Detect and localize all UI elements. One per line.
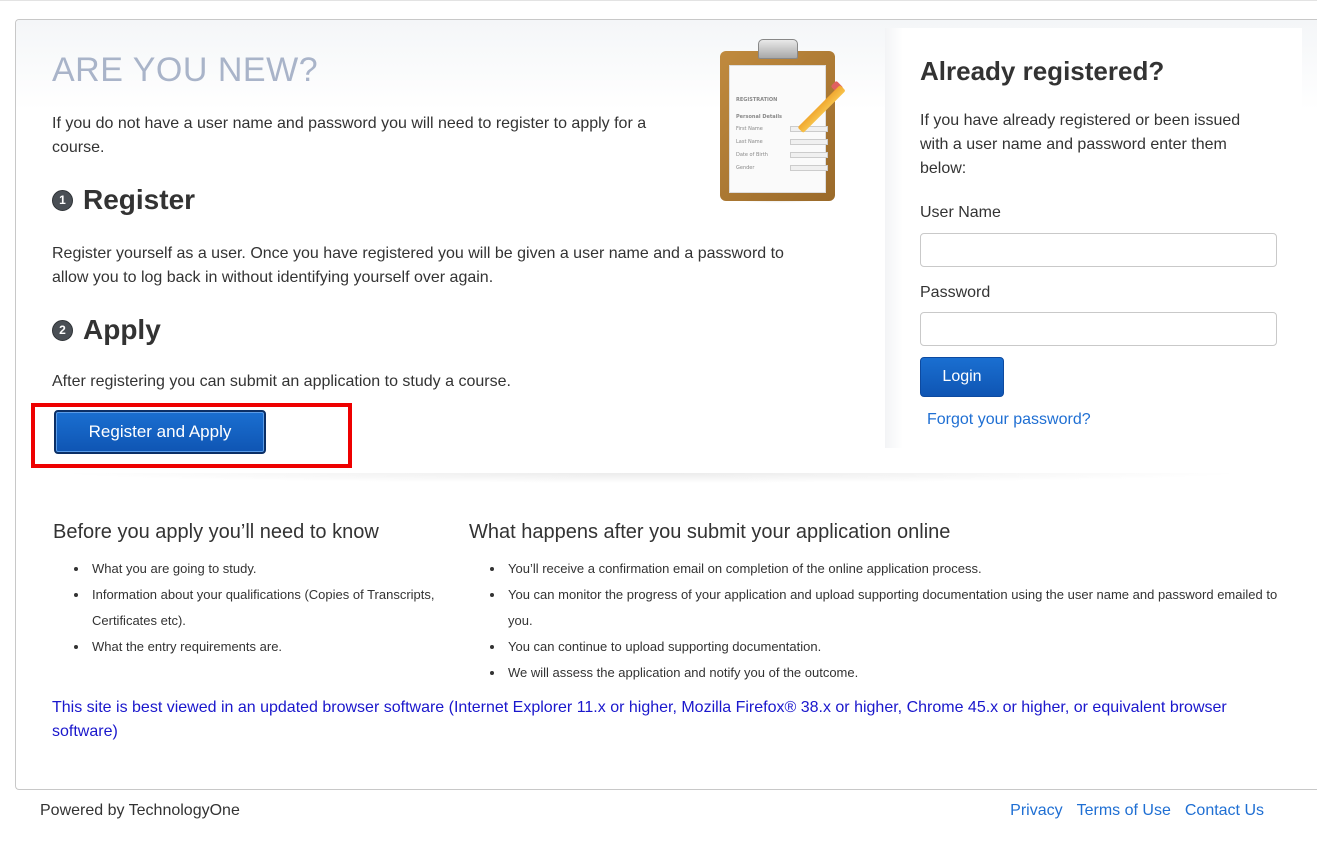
clipboard-field-line: [790, 139, 828, 145]
after-submit-heading: What happens after you submit your appli…: [469, 521, 951, 543]
list-item: You’ll receive a confirmation email on c…: [505, 556, 1289, 582]
clipboard-field-label: Date of Birth: [736, 152, 768, 158]
before-apply-list: What you are going to study. Information…: [73, 556, 453, 660]
list-item: What you are going to study.: [89, 556, 453, 582]
clipboard-field-label: Last Name: [736, 139, 763, 145]
login-intro: If you have already registered or been i…: [920, 112, 1241, 177]
step-number-2-icon: 2: [52, 319, 73, 341]
list-item: What the entry requirements are.: [89, 634, 453, 660]
clipboard-header-text: REGISTRATION: [736, 97, 778, 103]
clipboard-field-line: [790, 165, 828, 171]
login-button[interactable]: Login: [920, 357, 1004, 397]
step-apply-text: After registering you can submit an appl…: [52, 373, 511, 390]
step-apply-title: Apply: [83, 314, 161, 345]
after-submit-list: You’ll receive a confirmation email on c…: [489, 556, 1289, 686]
list-item: You can monitor the progress of your app…: [505, 582, 1289, 634]
new-user-intro: If you do not have a user name and passw…: [52, 115, 647, 156]
step-register-heading: 1 Register: [52, 184, 195, 216]
privacy-link[interactable]: Privacy: [1010, 802, 1062, 820]
page-frame: ARE YOU NEW? If you do not have a user n…: [0, 0, 1317, 844]
new-user-title: ARE YOU NEW?: [52, 51, 319, 89]
clipboard-field-label: Gender: [736, 165, 755, 171]
step-register-title: Register: [83, 184, 196, 215]
register-and-apply-button[interactable]: Register and Apply: [54, 410, 266, 454]
username-label: User Name: [920, 204, 1001, 221]
step-number-1-icon: 1: [52, 189, 73, 211]
list-item: We will assess the application and notif…: [505, 660, 1289, 686]
clipboard-illustration-icon: REGISTRATION Personal Details First Name…: [700, 39, 850, 209]
username-input[interactable]: [920, 233, 1277, 267]
terms-of-use-link[interactable]: Terms of Use: [1077, 802, 1171, 820]
list-item: You can continue to upload supporting do…: [505, 634, 1289, 660]
clipboard-field-line: [790, 152, 828, 158]
forgot-password-link[interactable]: Forgot your password?: [927, 411, 1091, 429]
list-item: Information about your qualifications (C…: [89, 582, 453, 634]
step-apply-heading: 2 Apply: [52, 314, 161, 346]
browser-support-note: This site is best viewed in an updated b…: [52, 699, 1227, 740]
step-register-text: Register yourself as a user. Once you ha…: [52, 245, 784, 286]
before-apply-heading: Before you apply you’ll need to know: [53, 521, 379, 543]
password-input[interactable]: [920, 312, 1277, 346]
login-title: Already registered?: [920, 56, 1165, 86]
clipboard-clip: [758, 39, 798, 59]
clipboard-subheader-text: Personal Details: [736, 114, 783, 120]
contact-us-link[interactable]: Contact Us: [1185, 802, 1264, 820]
section-divider: [52, 473, 1252, 483]
password-label: Password: [920, 284, 991, 301]
clipboard-field-label: First Name: [736, 126, 763, 132]
footer-links: Privacy Terms of Use Contact Us: [1010, 802, 1264, 820]
powered-by-text: Powered by TechnologyOne: [40, 802, 240, 819]
